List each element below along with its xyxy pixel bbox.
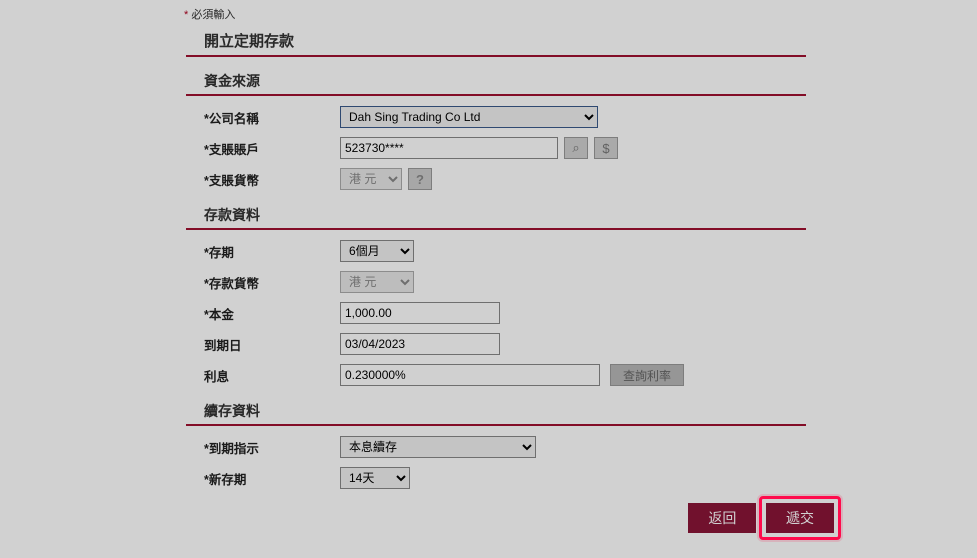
debit-currency-select[interactable]: 港 元: [340, 168, 402, 190]
search-icon[interactable]: ⌕: [564, 137, 588, 159]
interest-rate-input: [340, 364, 600, 386]
debit-currency-label: *支賬貨幣: [204, 170, 340, 189]
new-tenor-select[interactable]: 14天: [340, 467, 410, 489]
new-tenor-label: *新存期: [204, 469, 340, 488]
deposit-currency-select[interactable]: 港 元: [340, 271, 414, 293]
interest-rate-label: 利息: [204, 366, 340, 385]
tenor-label: *存期: [204, 242, 340, 261]
debit-account-input[interactable]: [340, 137, 558, 159]
help-icon[interactable]: ?: [408, 168, 432, 190]
company-name-label: *公司名稱: [204, 108, 340, 127]
principal-input[interactable]: [340, 302, 500, 324]
debit-account-label: *支賬賬戶: [204, 139, 340, 158]
maturity-date-label: 到期日: [204, 335, 340, 354]
section-source-header: 資金來源: [186, 65, 806, 96]
principal-label: *本金: [204, 304, 340, 323]
section-renewal-header: 續存資料: [186, 395, 806, 426]
maturity-instruction-select[interactable]: 本息續存: [340, 436, 536, 458]
company-name-select[interactable]: Dah Sing Trading Co Ltd: [340, 106, 598, 128]
rate-query-button[interactable]: 查詢利率: [610, 364, 684, 386]
tenor-select[interactable]: 6個月: [340, 240, 414, 262]
maturity-date-input: [340, 333, 500, 355]
section-deposit-header: 存款資料: [186, 199, 806, 230]
submit-button[interactable]: 遞交: [766, 503, 834, 533]
back-button[interactable]: 返回: [688, 503, 756, 533]
page-title: 開立定期存款: [186, 26, 806, 57]
required-note: * 必須輸入: [184, 6, 977, 22]
deposit-currency-label: *存款貨幣: [204, 273, 340, 292]
currency-icon[interactable]: $: [594, 137, 618, 159]
maturity-instruction-label: *到期指示: [204, 438, 340, 457]
